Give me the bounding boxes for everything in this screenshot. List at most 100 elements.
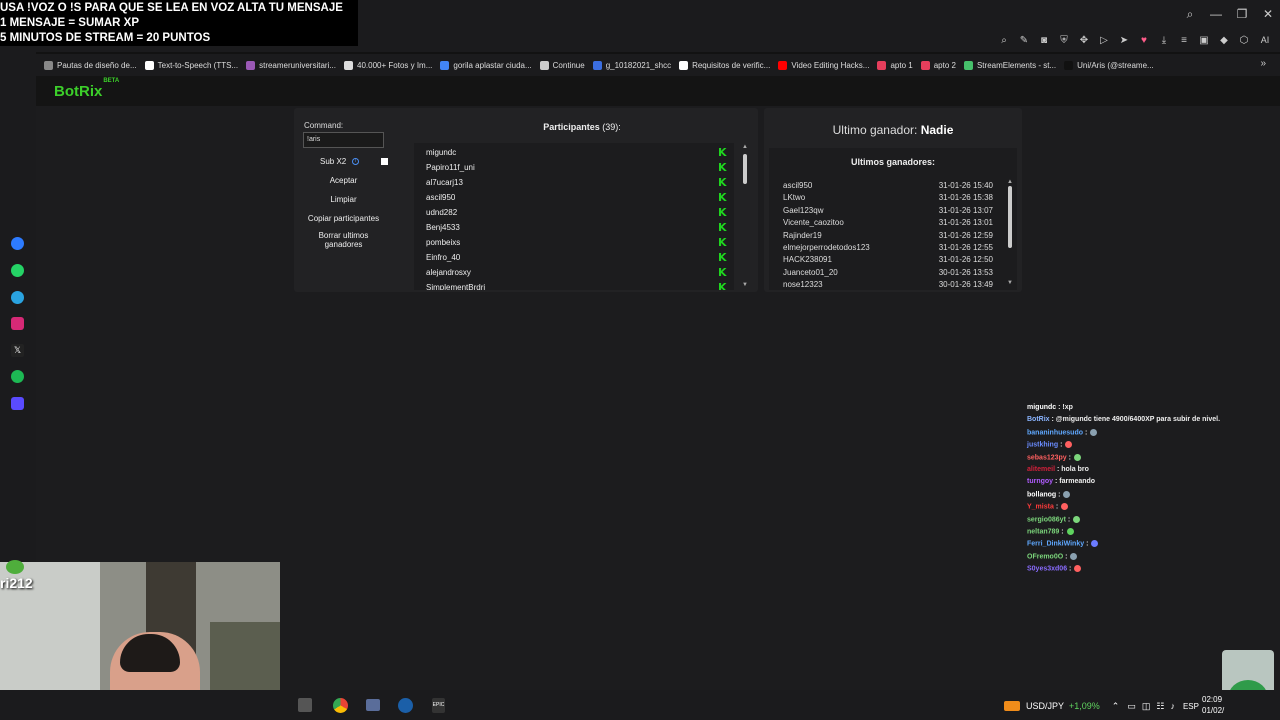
chat-username[interactable]: S0yes3xd06 [1027,566,1067,573]
chat-username[interactable]: sergio086yt [1027,516,1066,523]
kick-logo-icon: K [718,221,727,234]
bookmark-item[interactable]: streameruniversitari... [246,60,336,70]
cube-icon[interactable]: ⬡ [1234,35,1254,46]
scroll-down-icon[interactable]: ▼ [742,282,748,288]
participants-scrollbar[interactable] [743,154,747,184]
volume-icon[interactable]: ♪ [1170,701,1175,711]
ticker-label[interactable]: USD/JPY [1026,701,1064,711]
chat-username[interactable]: Y_mista [1027,504,1054,511]
bookmark-item[interactable]: Uni/Aris (@streame... [1064,60,1154,70]
diamond-icon[interactable]: ◆ [1214,35,1234,46]
chat-username[interactable]: OFremo0O [1027,553,1063,560]
botrix-logo[interactable]: BotRixBETA [54,78,119,100]
wallet-icon[interactable]: ▣ [1194,35,1214,46]
x-icon[interactable]: 𝕏 [11,344,24,357]
chat-username[interactable]: Ferri_DinkiWinky [1027,541,1084,548]
maximize-button[interactable]: ❐ [1230,7,1254,21]
play-icon[interactable]: ▷ [1094,35,1114,46]
sub-x2-checkbox[interactable] [381,158,388,165]
instagram-icon[interactable] [11,317,24,330]
bookmark-favicon-icon [778,60,788,70]
taskbar-app-icon[interactable] [298,698,312,712]
zoom-icon[interactable]: ⌕ [994,35,1014,46]
participant-row[interactable]: Benj4533 K [414,220,734,235]
bookmark-item[interactable]: Requisitos de verific... [679,60,770,70]
send-icon[interactable]: ➤ [1114,35,1134,46]
heart-icon[interactable]: ♥ [1134,35,1154,46]
bookmarks-more-icon[interactable]: » [1260,58,1266,69]
calculator-icon[interactable] [366,699,380,711]
tray-chevron-icon[interactable]: ⌃ [1112,701,1120,712]
chat-username[interactable]: bollanog [1027,491,1056,498]
scroll-up-icon[interactable]: ▲ [742,144,748,150]
whatsapp-icon[interactable] [11,264,24,277]
participant-row[interactable]: migundc K [414,145,734,160]
search-icon[interactable]: ⌕ [1178,7,1202,22]
bookmark-item[interactable]: Video Editing Hacks... [778,60,869,70]
emote-icon [1073,515,1081,523]
close-button[interactable]: ✕ [1256,7,1280,21]
chat-username[interactable]: alitemeil [1027,466,1055,473]
telegram-icon[interactable] [11,291,24,304]
info-icon[interactable]: i [352,158,359,165]
chrome-icon[interactable] [333,698,348,713]
shield-icon[interactable]: ⛨ [1054,35,1074,46]
clear-button[interactable]: Limpiar [303,195,384,204]
bookmark-item[interactable]: apto 2 [920,60,956,70]
player-icon[interactable] [11,397,24,410]
spotify-icon[interactable] [11,370,24,383]
chat-username[interactable]: justkhing [1027,442,1058,449]
tray-icon-1[interactable]: ▭ [1127,701,1136,712]
participant-row[interactable]: pombeixs K [414,235,734,250]
winners-scroll-up-icon[interactable]: ▲ [1007,179,1013,185]
chat-username[interactable]: neltan789 [1027,528,1059,535]
clock[interactable]: 02:09 01/02/ [1202,694,1224,716]
bookmark-item[interactable]: gorila aplastar ciuda... [440,60,532,70]
extension-icon[interactable]: ✥ [1074,35,1094,46]
accept-button[interactable]: Aceptar [303,176,384,185]
kick-logo-icon: K [718,236,727,249]
winners-scroll-down-icon[interactable]: ▼ [1007,280,1013,286]
winner-date: 30-01-26 13:53 [938,267,993,277]
bookmark-item[interactable]: g_10182021_shcc [592,60,671,70]
bookmark-item[interactable]: Text-to-Speech (TTS... [144,60,238,70]
copy-participants-button[interactable]: Copiar participantes [303,214,384,223]
winners-scrollbar[interactable] [1008,186,1012,248]
participant-row[interactable]: SimplementBrdri K [414,280,734,290]
ai-button[interactable]: AI [1254,35,1276,45]
messenger-icon[interactable] [11,237,24,250]
download-icon[interactable]: ⤓ [1154,35,1174,46]
participant-row[interactable]: ascil950 K [414,190,734,205]
participant-row[interactable]: Papiro11f_uni K [414,160,734,175]
participant-row[interactable]: Einfro_40 K [414,250,734,265]
language-indicator[interactable]: ESP [1183,702,1199,711]
participant-row[interactable]: udnd282 K [414,205,734,220]
winner-row: nose12323 30-01-26 13:49 [783,280,993,292]
epic-games-icon[interactable]: EPIC [432,698,445,713]
bookmark-favicon-icon [44,60,53,70]
delete-winners-button[interactable]: Borrar ultimos ganadores [303,231,384,249]
chat-username[interactable]: bananinhuesudo [1027,429,1083,436]
minimize-button[interactable]: — [1204,7,1228,21]
bookmark-item[interactable]: Pautas de diseño de... [44,60,137,70]
edit-icon[interactable]: ✎ [1014,35,1034,46]
participant-row[interactable]: al7ucarj13 K [414,175,734,190]
chat-username[interactable]: BotRix [1027,416,1050,423]
chat-username[interactable]: migundc [1027,404,1056,411]
bookmark-item[interactable]: 40.000+ Fotos y Im... [344,60,432,70]
ticker-change: +1,09% [1069,701,1100,711]
bookmark-item[interactable]: apto 1 [877,60,913,70]
bookmarks-bar: Pautas de diseño de... Text-to-Speech (TT… [36,54,1280,76]
bookmark-item[interactable]: Continue [539,60,585,70]
chat-username[interactable]: sebas123py [1027,454,1067,461]
bookmark-label: apto 2 [933,60,956,70]
command-input[interactable]: !aris [303,132,384,148]
menu-icon[interactable]: ≡ [1174,35,1194,46]
steam-icon[interactable] [398,698,413,713]
wifi-icon[interactable]: ☷ [1156,701,1164,712]
screenshot-icon[interactable]: ◙ [1034,35,1054,46]
chat-username[interactable]: turngoy [1027,478,1053,485]
bookmark-item[interactable]: StreamElements - st... [963,60,1056,70]
participant-row[interactable]: alejandrosxy K [414,265,734,280]
tray-icon-2[interactable]: ◫ [1142,701,1151,712]
